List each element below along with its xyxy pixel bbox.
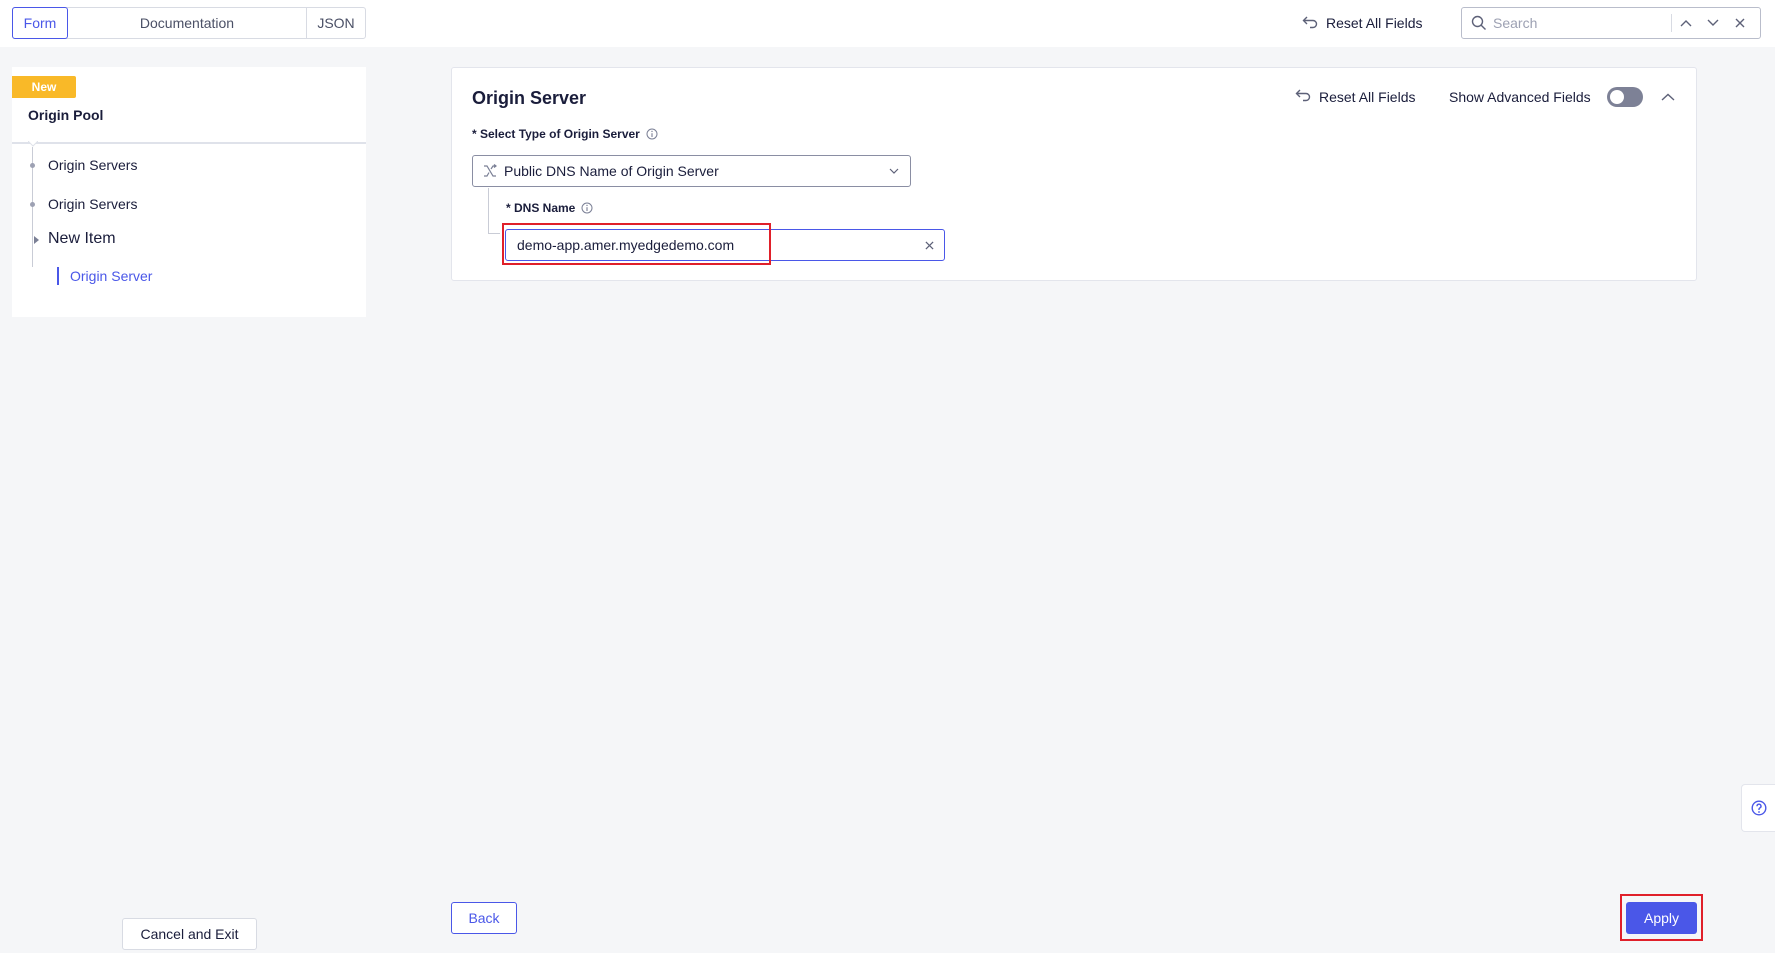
chevron-up-icon [1680,20,1691,27]
help-button[interactable] [1741,784,1775,832]
origin-type-value: Public DNS Name of Origin Server [504,163,719,179]
tree-connector [488,188,489,233]
search-icon [1471,15,1487,31]
card-reset-label: Reset All Fields [1319,88,1416,105]
view-tabs: Form Documentation JSON [12,7,366,39]
nav-item-origin-servers-2[interactable]: Origin Servers [48,196,137,212]
top-bar: Form Documentation JSON Reset All Fields [0,0,1775,47]
origin-type-label: * Select Type of Origin Server [472,127,658,141]
show-advanced-fields-toggle[interactable] [1607,87,1643,107]
search-input[interactable] [1493,15,1668,31]
tree-dot [30,163,35,168]
clear-input-button[interactable] [914,240,944,250]
search-next-button[interactable] [1699,8,1726,38]
nav-item-origin-server[interactable]: Origin Server [57,267,152,285]
form-navigation-panel: New Origin Pool Origin Servers Origin Se… [12,67,366,317]
search-box [1461,7,1761,39]
search-close-button[interactable] [1726,8,1753,38]
nav-item-new-item[interactable]: New Item [48,230,116,248]
caret-right-icon [34,236,39,244]
card-title: Origin Server [472,88,587,108]
tree-dot [30,202,35,207]
tab-json[interactable]: JSON [307,8,365,38]
dns-name-field [505,229,945,261]
close-icon [1735,18,1744,28]
toggle-knob [1610,90,1624,104]
help-icon [1750,800,1767,816]
panel-divider [12,142,366,144]
tab-documentation[interactable]: Documentation [68,8,307,38]
info-icon[interactable] [581,202,593,214]
panel-title: Origin Pool [28,107,104,123]
undo-icon [1295,88,1311,105]
top-reset-label: Reset All Fields [1326,15,1423,31]
undo-icon [1302,15,1318,32]
divider-notch [28,141,38,147]
search-prev-button[interactable] [1672,8,1699,38]
top-reset-all-fields-button[interactable]: Reset All Fields [1302,13,1422,33]
close-icon [924,240,934,250]
dns-name-label: * DNS Name [506,201,593,215]
new-badge: New [12,76,76,98]
nav-item-origin-servers-1[interactable]: Origin Servers [48,157,137,173]
dns-name-input[interactable] [517,237,914,253]
chevron-down-icon [889,168,899,174]
route-icon [483,164,497,178]
chevron-down-icon [1707,19,1718,26]
apply-button[interactable]: Apply [1626,902,1697,934]
collapse-button[interactable] [1660,90,1676,104]
card-reset-all-fields-button[interactable]: Reset All Fields [1295,88,1415,105]
dns-name-label-text: * DNS Name [506,201,576,215]
cancel-and-exit-button[interactable]: Cancel and Exit [122,918,257,950]
info-icon[interactable] [646,128,658,140]
chevron-up-icon [1661,93,1675,101]
origin-type-label-text: * Select Type of Origin Server [472,127,640,141]
show-advanced-fields-label: Show Advanced Fields [1449,89,1591,105]
origin-type-select[interactable]: Public DNS Name of Origin Server [472,155,911,187]
tree-connector [488,233,500,234]
origin-server-card: Origin Server Reset All Fields Show Adva… [451,67,1697,281]
back-button[interactable]: Back [451,902,517,934]
tab-form[interactable]: Form [12,7,68,39]
